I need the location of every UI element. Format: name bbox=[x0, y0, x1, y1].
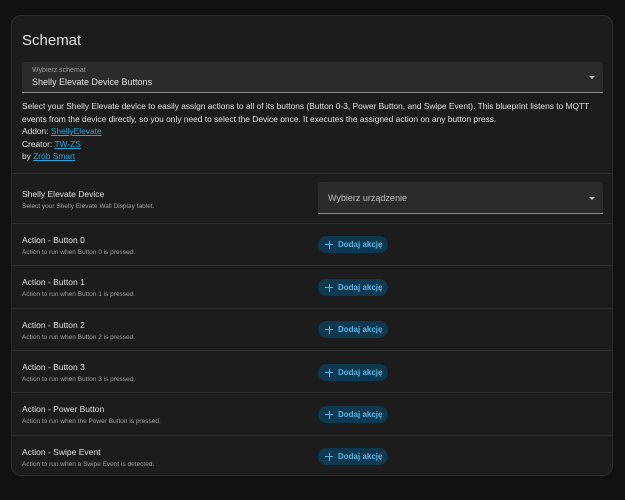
add-action-button[interactable]: Dodaj akcję bbox=[318, 236, 388, 253]
by-link[interactable]: Zrób Smart bbox=[33, 151, 75, 161]
plus-icon bbox=[325, 452, 333, 461]
action-subtitle: Action to run when Button 0 is pressed. bbox=[22, 249, 136, 256]
creator-line: Creator: TW-ZS bbox=[22, 138, 607, 151]
add-action-button[interactable]: Dodaj akcję bbox=[318, 448, 388, 465]
blueprint-select-label: Wybierz schemat bbox=[32, 67, 86, 74]
card-title: Schemat bbox=[22, 32, 82, 49]
add-action-button[interactable]: Dodaj akcję bbox=[318, 279, 388, 296]
add-action-label: Dodaj akcję bbox=[338, 325, 383, 334]
addon-label: Addon: bbox=[22, 126, 51, 137]
action-title: Action - Swipe Event bbox=[22, 447, 101, 457]
add-action-label: Dodaj akcję bbox=[338, 410, 383, 419]
action-title: Action - Button 3 bbox=[22, 362, 85, 372]
action-subtitle: Action to run when Button 3 is pressed. bbox=[22, 376, 136, 383]
blueprint-select[interactable]: Wybierz schemat Shelly Elevate Device Bu… bbox=[22, 62, 603, 93]
creator-label: Creator: bbox=[22, 138, 55, 149]
creator-link[interactable]: TW-ZS bbox=[54, 139, 80, 149]
plus-icon bbox=[325, 410, 333, 419]
device-subtitle: Select your Shelly Elevate Wall Display … bbox=[22, 203, 155, 210]
add-action-label: Dodaj akcję bbox=[338, 368, 383, 377]
action-row-button-3: Action - Button 3 Action to run when But… bbox=[12, 350, 612, 392]
action-subtitle: Action to run when a Swipe Event is dete… bbox=[22, 461, 155, 468]
device-select[interactable]: Wybierz urządzenie bbox=[318, 182, 603, 214]
device-title: Shelly Elevate Device bbox=[22, 189, 105, 199]
chevron-down-icon bbox=[589, 76, 595, 79]
addon-line: Addon: ShellyElevate bbox=[22, 125, 607, 138]
blueprint-description: Select your Shelly Elevate device to eas… bbox=[22, 100, 607, 163]
action-row-button-0: Action - Button 0 Action to run when But… bbox=[12, 223, 612, 265]
plus-icon bbox=[325, 283, 333, 292]
blueprint-card: Schemat Wybierz schemat Shelly Elevate D… bbox=[11, 15, 613, 476]
plus-icon bbox=[325, 325, 333, 334]
plus-icon bbox=[325, 368, 333, 377]
add-action-label: Dodaj akcję bbox=[338, 240, 383, 249]
blueprint-select-value: Shelly Elevate Device Buttons bbox=[32, 77, 153, 87]
action-row-button-1: Action - Button 1 Action to run when But… bbox=[12, 265, 612, 308]
plus-icon bbox=[325, 240, 333, 249]
addon-link[interactable]: ShellyElevate bbox=[51, 126, 102, 136]
by-label: by bbox=[22, 151, 34, 162]
action-subtitle: Action to run when Button 1 is pressed. bbox=[22, 291, 136, 298]
add-action-label: Dodaj akcję bbox=[338, 452, 383, 461]
add-action-button[interactable]: Dodaj akcję bbox=[318, 364, 388, 381]
action-subtitle: Action to run when Button 2 is pressed. bbox=[22, 334, 136, 341]
chevron-down-icon bbox=[589, 197, 595, 200]
action-subtitle: Action to run when the Power Button is p… bbox=[22, 418, 161, 425]
add-action-label: Dodaj akcję bbox=[338, 283, 383, 292]
add-action-button[interactable]: Dodaj akcję bbox=[318, 406, 388, 423]
device-select-placeholder: Wybierz urządzenie bbox=[328, 193, 407, 203]
description-text: Select your Shelly Elevate device to eas… bbox=[22, 101, 590, 124]
device-row: Shelly Elevate Device Select your Shelly… bbox=[12, 173, 612, 223]
action-title: Action - Power Button bbox=[22, 404, 105, 414]
action-row-power-button: Action - Power Button Action to run when… bbox=[12, 392, 612, 435]
action-title: Action - Button 2 bbox=[22, 320, 85, 330]
action-row-swipe-event: Action - Swipe Event Action to run when … bbox=[12, 435, 612, 475]
by-line: by Zrób Smart bbox=[22, 150, 607, 163]
add-action-button[interactable]: Dodaj akcję bbox=[318, 321, 388, 338]
action-row-button-2: Action - Button 2 Action to run when But… bbox=[12, 308, 612, 350]
action-title: Action - Button 1 bbox=[22, 277, 85, 287]
action-title: Action - Button 0 bbox=[22, 235, 85, 245]
